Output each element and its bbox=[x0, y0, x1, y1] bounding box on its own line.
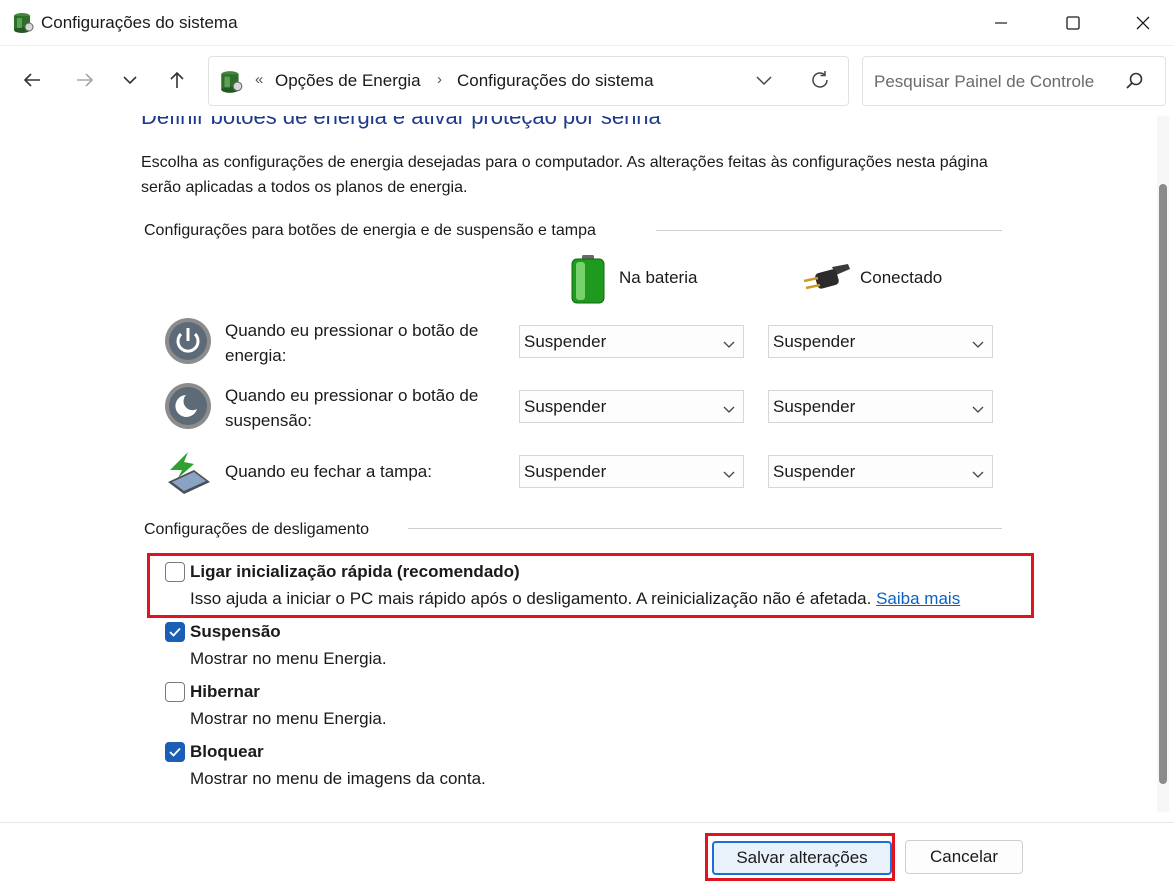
sleep-button-battery-select[interactable]: Suspender bbox=[519, 390, 744, 423]
minimize-button[interactable] bbox=[970, 0, 1032, 46]
power-plug-icon bbox=[802, 263, 852, 298]
column-on-battery: Na bateria bbox=[619, 268, 698, 287]
lock-checkbox[interactable] bbox=[165, 742, 185, 762]
chevron-down-icon bbox=[972, 402, 984, 420]
footer-bar: Salvar alterações Cancelar bbox=[0, 822, 1174, 890]
search-placeholder[interactable]: Pesquisar Painel de Controle bbox=[874, 72, 1094, 92]
learn-more-link[interactable]: Saiba mais bbox=[876, 589, 960, 608]
chevron-down-icon bbox=[723, 467, 735, 485]
search-icon[interactable] bbox=[1125, 71, 1145, 96]
breadcrumb-separator-icon[interactable]: › bbox=[437, 71, 442, 88]
checkmark-icon bbox=[169, 627, 181, 637]
search-box[interactable]: Pesquisar Painel de Controle bbox=[862, 56, 1166, 106]
hibernate-description: Mostrar no menu Energia. bbox=[190, 709, 387, 728]
fast-startup-title[interactable]: Ligar inicialização rápida (recomendado) bbox=[190, 562, 520, 582]
fast-startup-description: Isso ajuda a iniciar o PC mais rápido ap… bbox=[190, 589, 960, 609]
sleep-checkbox[interactable] bbox=[165, 622, 185, 642]
power-button-battery-select[interactable]: Suspender bbox=[519, 325, 744, 358]
column-plugged-in: Conectado bbox=[860, 268, 943, 287]
vertical-scrollbar[interactable] bbox=[1157, 116, 1169, 812]
battery-icon bbox=[570, 254, 606, 309]
select-value: Suspender bbox=[773, 462, 856, 481]
lock-description: Mostrar no menu de imagens da conta. bbox=[190, 769, 486, 788]
sleep-button-icon bbox=[164, 382, 212, 430]
sleep-title[interactable]: Suspensão bbox=[190, 622, 281, 642]
forward-button[interactable] bbox=[69, 64, 101, 96]
up-button[interactable] bbox=[161, 64, 193, 96]
checkmark-icon bbox=[169, 747, 181, 757]
address-bar[interactable]: « Opções de Energia › Configurações do s… bbox=[208, 56, 849, 106]
sleep-description: Mostrar no menu Energia. bbox=[190, 649, 387, 668]
power-buttons-group-title: Configurações para botões de energia e d… bbox=[144, 222, 596, 239]
hibernate-title[interactable]: Hibernar bbox=[190, 682, 260, 702]
select-value: Suspender bbox=[524, 332, 607, 351]
title-bar: Configurações do sistema bbox=[0, 0, 1174, 46]
breadcrumb-overflow[interactable]: « bbox=[255, 71, 263, 88]
sleep-button-plugged-select[interactable]: Suspender bbox=[768, 390, 993, 423]
select-value: Suspender bbox=[773, 332, 856, 351]
maximize-button[interactable] bbox=[1042, 0, 1104, 46]
close-button[interactable] bbox=[1112, 0, 1174, 46]
chevron-down-icon bbox=[723, 337, 735, 355]
fast-startup-desc-text: Isso ajuda a iniciar o PC mais rápido ap… bbox=[190, 589, 872, 608]
power-button-label: Quando eu pressionar o botão de energia: bbox=[225, 321, 479, 365]
page-title: Definir botões de energia e ativar prote… bbox=[141, 116, 661, 129]
sleep-button-label: Quando eu pressionar o botão de suspensã… bbox=[225, 386, 479, 430]
select-value: Suspender bbox=[524, 462, 607, 481]
window-title: Configurações do sistema bbox=[41, 13, 238, 32]
back-button[interactable] bbox=[16, 64, 48, 96]
navigation-bar: « Opções de Energia › Configurações do s… bbox=[0, 46, 1174, 116]
lid-close-label: Quando eu fechar a tampa: bbox=[225, 462, 432, 481]
control-panel-icon bbox=[219, 69, 243, 95]
lid-close-plugged-select[interactable]: Suspender bbox=[768, 455, 993, 488]
content-area: Definir botões de energia e ativar prote… bbox=[0, 116, 1152, 812]
shutdown-group-title: Configurações de desligamento bbox=[144, 521, 370, 538]
power-button-icon bbox=[164, 317, 212, 365]
breadcrumb-power-options[interactable]: Opções de Energia bbox=[275, 71, 421, 91]
address-dropdown-icon[interactable] bbox=[755, 71, 773, 94]
fast-startup-checkbox[interactable] bbox=[165, 562, 185, 582]
select-value: Suspender bbox=[773, 397, 856, 416]
laptop-lid-icon bbox=[164, 448, 212, 496]
chevron-down-icon bbox=[972, 337, 984, 355]
save-changes-button[interactable]: Salvar alterações bbox=[712, 841, 892, 875]
scrollbar-thumb[interactable] bbox=[1159, 184, 1167, 784]
page-description: Escolha as configurações de energia dese… bbox=[141, 154, 988, 196]
lid-close-battery-select[interactable]: Suspender bbox=[519, 455, 744, 488]
recent-locations-button[interactable] bbox=[114, 64, 146, 96]
breadcrumb-system-settings[interactable]: Configurações do sistema bbox=[457, 71, 654, 91]
control-panel-icon bbox=[12, 11, 34, 35]
group-divider bbox=[656, 230, 1002, 231]
chevron-down-icon bbox=[723, 402, 735, 420]
chevron-down-icon bbox=[972, 467, 984, 485]
group-divider bbox=[408, 528, 1002, 529]
lock-title[interactable]: Bloquear bbox=[190, 742, 264, 762]
hibernate-checkbox[interactable] bbox=[165, 682, 185, 702]
cancel-button[interactable]: Cancelar bbox=[905, 840, 1023, 874]
power-button-plugged-select[interactable]: Suspender bbox=[768, 325, 993, 358]
select-value: Suspender bbox=[524, 397, 607, 416]
refresh-icon[interactable] bbox=[809, 69, 831, 96]
